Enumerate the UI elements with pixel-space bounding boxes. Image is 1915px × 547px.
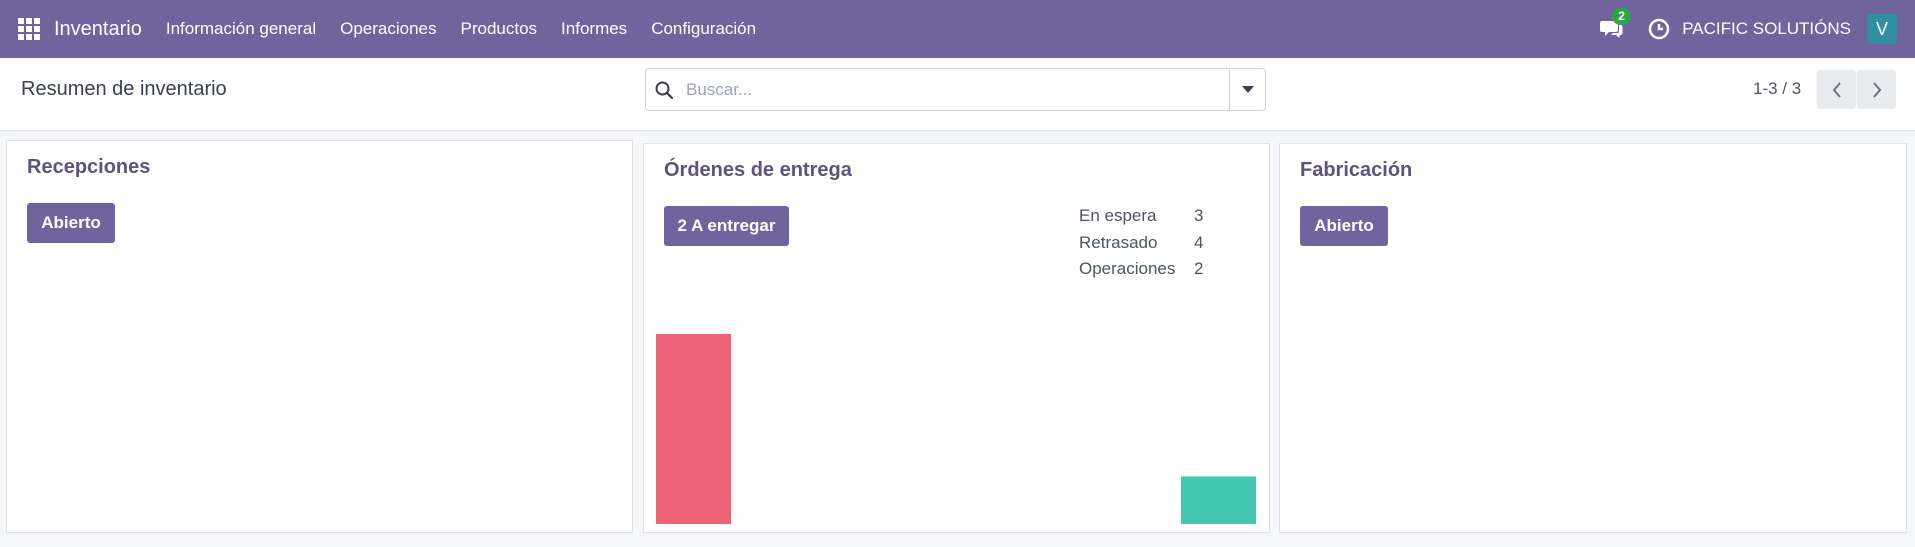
stat-label: Retrasado [1079, 232, 1158, 252]
stat-value: 3 [1194, 206, 1204, 225]
stat-label: En espera [1079, 206, 1157, 225]
company-switcher[interactable]: PACIFIC SOLUTIÓNS [1682, 19, 1851, 39]
pager-next-button[interactable] [1857, 70, 1896, 109]
menu-item-operaciones[interactable]: Operaciones [328, 19, 448, 39]
delivery-bar-chart[interactable] [656, 334, 1256, 524]
control-panel: Resumen de inventario 1-3 / 3 [0, 58, 1915, 131]
page-title: Resumen de inventario [21, 78, 227, 100]
chart-bar[interactable] [656, 334, 731, 524]
kanban-card-ordenes-de-entrega: Órdenes de entrega 2 A entregar En esper… [643, 143, 1270, 533]
menu-item-informacion-general[interactable]: Información general [154, 19, 328, 39]
chevron-right-icon [1872, 81, 1881, 98]
activity-clock-icon[interactable] [1648, 18, 1670, 40]
to-deliver-button[interactable]: 2 A entregar [664, 206, 789, 246]
stat-operations[interactable]: Operaciones 2 [1079, 259, 1203, 286]
menu-item-configuracion[interactable]: Configuración [639, 19, 768, 39]
app-name[interactable]: Inventario [54, 18, 142, 41]
open-button[interactable]: Abierto [27, 203, 115, 243]
top-navbar: Inventario Información general Operacion… [0, 0, 1915, 58]
pager-previous-button[interactable] [1817, 70, 1856, 109]
apps-menu-icon[interactable] [18, 18, 40, 40]
caret-down-icon [1241, 86, 1254, 93]
stat-waiting[interactable]: En espera 3 [1079, 206, 1203, 233]
chart-bar[interactable] [1181, 476, 1256, 525]
search-input[interactable] [682, 70, 1229, 109]
navbar-systray: 2 PACIFIC SOLUTIÓNS V [1600, 8, 1897, 44]
messages-button[interactable]: 2 [1600, 8, 1631, 40]
card-title[interactable]: Recepciones [27, 156, 150, 179]
menu-item-informes[interactable]: Informes [549, 19, 639, 39]
card-title[interactable]: Fabricación [1300, 159, 1412, 182]
menu-item-productos[interactable]: Productos [449, 19, 550, 39]
stats-list: En espera 3 Retrasado 4 Operaciones 2 [1079, 206, 1203, 286]
search-bar [645, 68, 1266, 111]
messages-count-badge: 2 [1612, 8, 1631, 25]
search-icon [646, 69, 682, 110]
stat-late[interactable]: Retrasado 4 [1079, 233, 1203, 260]
pager-value[interactable]: 1-3 / 3 [1753, 79, 1801, 99]
search-options-toggle[interactable] [1229, 69, 1265, 110]
card-title[interactable]: Órdenes de entrega [664, 159, 852, 182]
kanban-card-recepciones: Recepciones Abierto [6, 140, 633, 533]
open-button[interactable]: Abierto [1300, 206, 1388, 246]
stat-label: Operaciones [1079, 259, 1176, 278]
chevron-left-icon [1832, 81, 1841, 98]
stat-value: 2 [1194, 259, 1204, 278]
user-avatar[interactable]: V [1867, 14, 1897, 44]
kanban-card-fabricacion: Fabricación Abierto [1279, 143, 1907, 533]
main-menu: Información general Operaciones Producto… [154, 19, 768, 39]
stat-value: 4 [1194, 232, 1204, 252]
